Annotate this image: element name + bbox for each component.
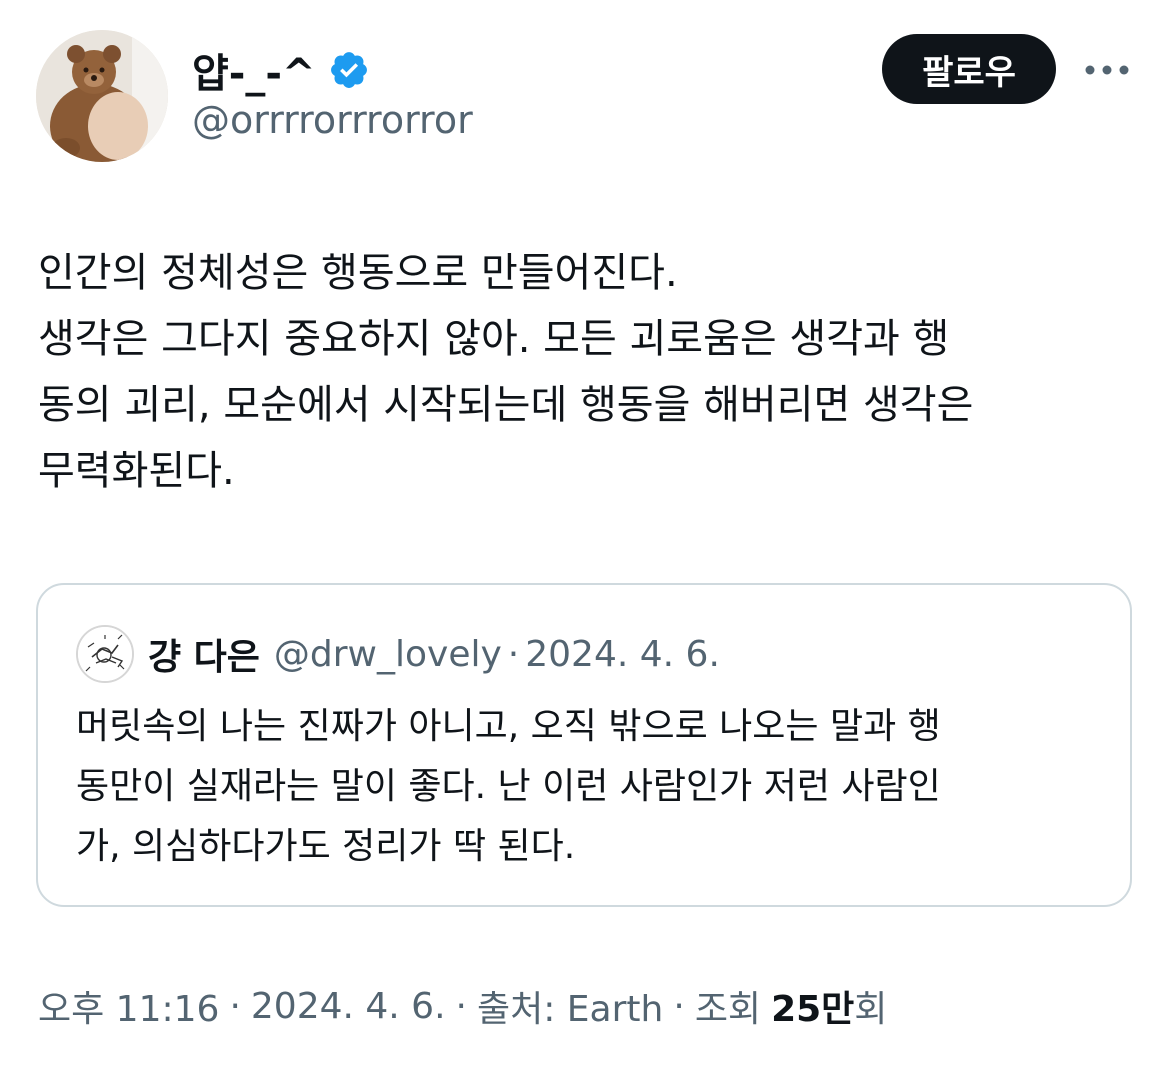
views-label: 조회 [694,989,762,1030]
author-display-name[interactable]: 얍-_-^ [192,41,316,99]
teddy-bear-avatar-icon [36,30,168,162]
author-handle[interactable]: @orrrrorrrorror [192,98,473,142]
separator-dot: · [229,985,241,1027]
tweet-meta: 오후 11:16 · 2024. 4. 6. · 출처: Earth · 조회 … [38,976,887,1036]
quoted-tweet-date: 2024. 4. 6. [525,633,720,675]
quoted-author-handle: @drw_lovely [273,633,502,675]
tweet-text: 인간의 정체성은 행동으로 만들어진다. 생각은 그다지 중요하지 않아. 모든… [38,250,974,494]
verified-badge-icon [330,52,367,88]
tweet-source: 출처: Earth [477,989,664,1030]
tweet-date[interactable]: 2024. 4. 6. [251,986,446,1027]
separator-dot: · [673,985,685,1027]
quoted-author-avatar [76,625,134,683]
follow-button[interactable]: 팔로우 [882,34,1056,104]
author-avatar[interactable] [36,30,168,162]
quoted-tweet-header: 걍 다은 @drw_lovely · 2024. 4. 6. [76,623,720,685]
views-count[interactable]: 25만 [771,980,854,1032]
tweet-time[interactable]: 오후 11:16 [38,980,219,1032]
sketch-doodle-avatar-icon [78,627,132,681]
more-options-icon[interactable] [1080,50,1134,90]
quoted-tweet-card[interactable]: 걍 다은 @drw_lovely · 2024. 4. 6. 머릿속의 나는 진… [36,583,1132,907]
views-suffix: 회 [854,989,888,1030]
quoted-author-name: 걍 다은 [148,637,260,678]
separator-dot: · [507,633,520,675]
author-name-row: 얍-_-^ [192,40,370,100]
separator-dot: · [455,985,467,1027]
quoted-tweet-text: 머릿속의 나는 진짜가 아니고, 오직 밖으로 나오는 말과 행 동만이 실재라… [76,706,941,867]
